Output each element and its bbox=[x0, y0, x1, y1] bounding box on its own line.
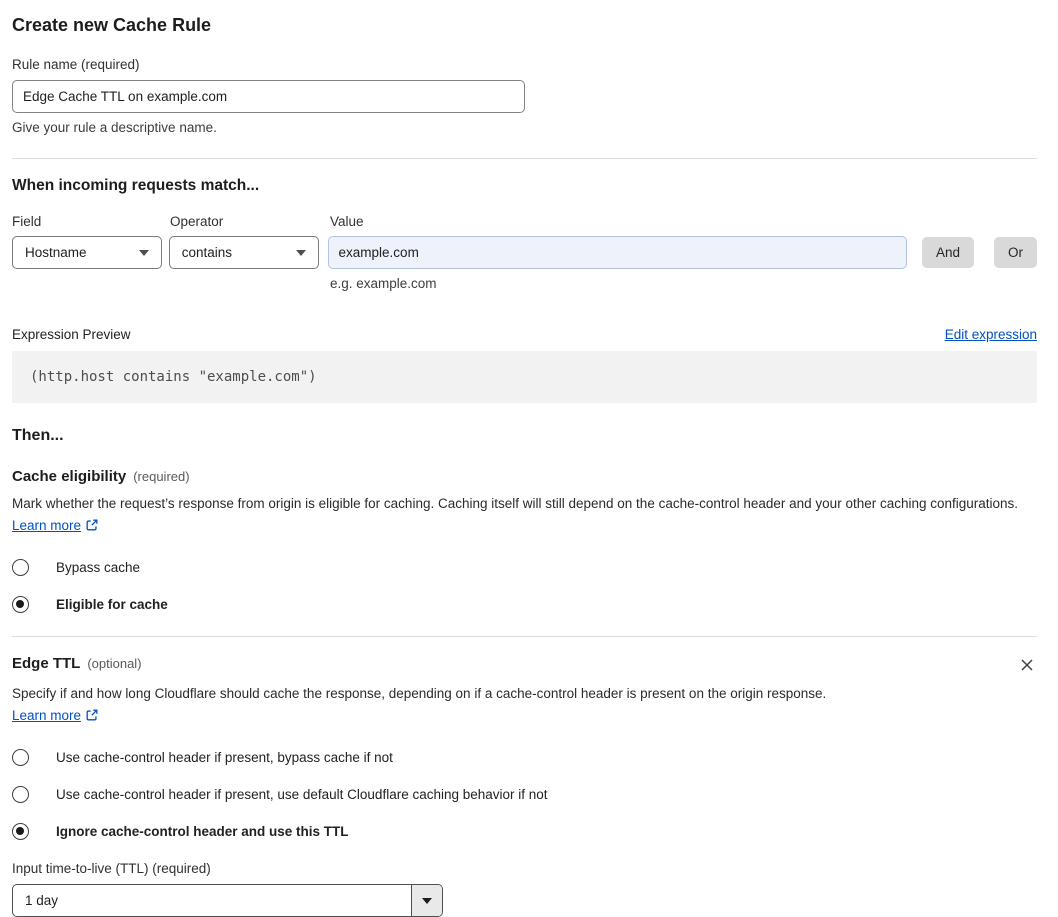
cache-eligibility-description-text: Mark whether the request’s response from… bbox=[12, 496, 1019, 511]
ttl-label: Input time-to-live (TTL) (required) bbox=[12, 861, 211, 876]
radio-option-bypass-cache[interactable]: Bypass cache bbox=[12, 559, 1037, 576]
cache-eligibility-options: Bypass cache Eligible for cache bbox=[12, 559, 1037, 613]
cache-eligibility-heading-row: Cache eligibility (required) bbox=[12, 468, 1037, 485]
edge-learn-more-link[interactable]: Learn more bbox=[12, 708, 81, 723]
then-heading: Then... bbox=[12, 427, 64, 444]
radio-icon[interactable] bbox=[12, 823, 29, 840]
external-link-icon bbox=[85, 517, 99, 539]
field-label: Field bbox=[12, 214, 42, 229]
expression-code: (http.host contains "example.com") bbox=[30, 369, 317, 385]
page-title: Create new Cache Rule bbox=[12, 15, 212, 35]
radio-icon[interactable] bbox=[12, 749, 29, 766]
value-label: Value bbox=[330, 214, 364, 229]
chevron-down-icon bbox=[295, 249, 306, 256]
field-select-value: Hostname bbox=[25, 245, 87, 260]
radio-option-use-header-default[interactable]: Use cache-control header if present, use… bbox=[12, 786, 1037, 803]
edge-ttl-description-text: Specify if and how long Cloudflare shoul… bbox=[12, 686, 827, 701]
operator-select-value: contains bbox=[181, 245, 233, 260]
expression-preview-row: Expression Preview Edit expression bbox=[12, 327, 1037, 342]
radio-option-ignore-header-use-ttl[interactable]: Ignore cache-control header and use this… bbox=[12, 823, 1037, 840]
external-link-icon bbox=[85, 707, 99, 729]
radio-label: Eligible for cache bbox=[56, 597, 168, 612]
chevron-down-icon bbox=[422, 897, 432, 904]
ttl-select-value: 1 day bbox=[25, 893, 59, 908]
edge-ttl-heading-row: Edge TTL (optional) bbox=[12, 655, 1037, 675]
edge-ttl-heading-group: Edge TTL (optional) bbox=[12, 655, 142, 672]
edge-ttl-heading: Edge TTL bbox=[12, 655, 81, 672]
value-help: e.g. example.com bbox=[330, 276, 437, 291]
value-input[interactable] bbox=[327, 236, 907, 269]
create-cache-rule-form: Create new Cache Rule Rule name (require… bbox=[0, 0, 1058, 917]
chevron-down-icon bbox=[138, 249, 149, 256]
operator-label: Operator bbox=[170, 214, 224, 229]
radio-label: Use cache-control header if present, byp… bbox=[56, 750, 393, 765]
section-divider bbox=[12, 636, 1037, 637]
radio-label: Use cache-control header if present, use… bbox=[56, 787, 548, 802]
ttl-select[interactable]: 1 day bbox=[12, 884, 443, 917]
and-button[interactable]: And bbox=[921, 237, 974, 268]
radio-icon[interactable] bbox=[12, 559, 29, 576]
match-controls-row: Hostname contains And Or bbox=[12, 236, 1037, 269]
cache-eligibility-description: Mark whether the request’s response from… bbox=[12, 493, 1022, 538]
radio-option-eligible-for-cache[interactable]: Eligible for cache bbox=[12, 596, 1037, 613]
rule-name-input[interactable] bbox=[12, 80, 525, 113]
match-labels-row: Field Operator Value bbox=[12, 214, 1037, 229]
operator-select[interactable]: contains bbox=[168, 236, 319, 269]
cache-eligibility-qualifier: (required) bbox=[133, 469, 190, 484]
radio-label: Ignore cache-control header and use this… bbox=[56, 824, 349, 839]
expression-code-block: (http.host contains "example.com") bbox=[12, 351, 1037, 403]
or-button[interactable]: Or bbox=[994, 237, 1037, 268]
match-heading: When incoming requests match... bbox=[12, 177, 260, 194]
ttl-dropdown-button[interactable] bbox=[411, 885, 442, 916]
expression-preview-label: Expression Preview bbox=[12, 327, 131, 342]
edge-ttl-description: Specify if and how long Cloudflare shoul… bbox=[12, 683, 845, 728]
rule-name-label: Rule name (required) bbox=[12, 57, 140, 72]
cache-learn-more-link[interactable]: Learn more bbox=[12, 518, 81, 533]
edge-ttl-qualifier: (optional) bbox=[87, 656, 142, 671]
close-icon[interactable] bbox=[1017, 655, 1037, 675]
radio-option-use-header-bypass[interactable]: Use cache-control header if present, byp… bbox=[12, 749, 1037, 766]
section-divider bbox=[12, 158, 1037, 159]
cache-eligibility-heading: Cache eligibility bbox=[12, 468, 127, 485]
radio-icon[interactable] bbox=[12, 786, 29, 803]
field-select[interactable]: Hostname bbox=[12, 236, 162, 269]
radio-label: Bypass cache bbox=[56, 560, 141, 575]
rule-name-help: Give your rule a descriptive name. bbox=[12, 120, 217, 135]
edge-ttl-options: Use cache-control header if present, byp… bbox=[12, 749, 1037, 840]
radio-icon[interactable] bbox=[12, 596, 29, 613]
edit-expression-link[interactable]: Edit expression bbox=[945, 327, 1037, 342]
